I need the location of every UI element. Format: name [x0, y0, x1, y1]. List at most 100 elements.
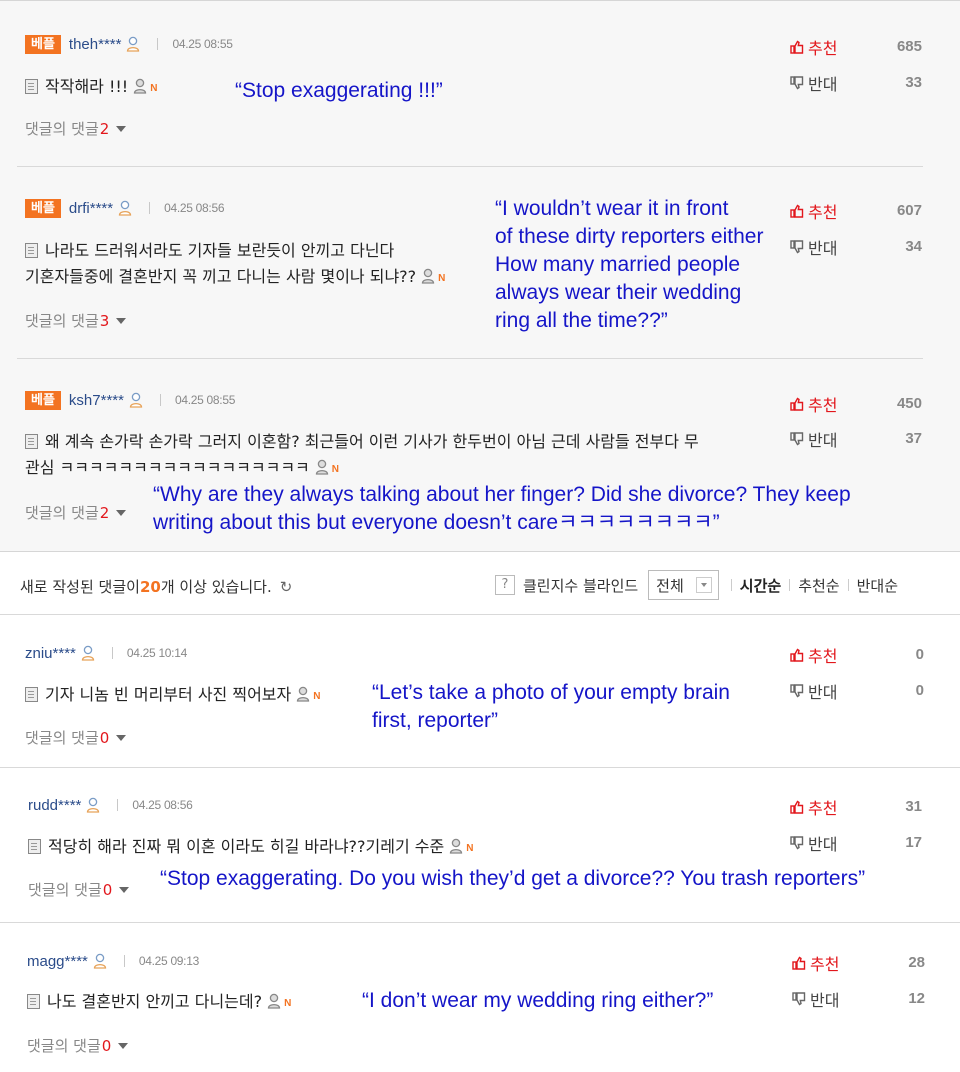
- n-icon[interactable]: N: [466, 836, 473, 862]
- oppose-button[interactable]: 반대: [790, 429, 837, 450]
- reply-toggle-button[interactable]: 댓글의 댓글 0: [25, 727, 127, 748]
- divider: [0, 922, 960, 923]
- oppose-label: 반대: [808, 835, 838, 854]
- separator: [111, 647, 113, 659]
- separator: [123, 955, 125, 967]
- filter-select[interactable]: 전체: [648, 570, 719, 600]
- user-profile-icon[interactable]: [129, 392, 143, 408]
- refresh-icon[interactable]: ↻: [280, 578, 293, 596]
- reply-count: 3: [99, 311, 110, 330]
- separator: [117, 799, 119, 811]
- oppose-count: 0: [915, 682, 924, 699]
- new-comments-notice[interactable]: 새로 작성된 댓글이 20 개 이상 있습니다. ↻: [20, 576, 292, 597]
- report-user-icon[interactable]: [315, 457, 329, 483]
- comment-text: 나라도 드러워서라도 기자들 보란듯이 안끼고 다닌다 기혼자들중에 결혼반지 …: [25, 238, 445, 292]
- chevron-down-icon: [116, 509, 127, 516]
- user-profile-icon[interactable]: [93, 953, 107, 969]
- oppose-button[interactable]: 반대: [790, 73, 838, 94]
- oppose-button[interactable]: 반대: [790, 833, 838, 854]
- chevron-down-icon: [695, 577, 712, 593]
- report-user-icon[interactable]: [267, 991, 281, 1017]
- translation-annotation: “Let’s take a photo of your empty brain …: [372, 679, 730, 735]
- oppose-label: 반대: [810, 991, 840, 1010]
- reply-count: 0: [101, 1036, 112, 1055]
- thumbs-down-icon: [790, 684, 804, 698]
- username-link[interactable]: magg****: [27, 953, 88, 970]
- recommend-button[interactable]: 추천: [790, 37, 837, 58]
- user-profile-icon[interactable]: [81, 645, 95, 661]
- reply-toggle-button[interactable]: 댓글의 댓글 0: [28, 879, 130, 900]
- recommend-count: 607: [896, 202, 922, 219]
- reply-toggle-button[interactable]: 댓글의 댓글 2: [25, 502, 127, 523]
- recommend-button[interactable]: 추천: [790, 645, 837, 666]
- translation-line: writing about this but everyone doesn’t …: [153, 511, 720, 534]
- translation-annotation: “I don’t wear my wedding ring either?”: [362, 987, 713, 1015]
- oppose-label: 반대: [808, 75, 838, 94]
- recommend-button[interactable]: 추천: [790, 394, 838, 415]
- user-profile-icon[interactable]: [86, 797, 100, 813]
- recommend-count: 0: [915, 646, 924, 663]
- translation-line: “I wouldn’t wear it in front: [495, 197, 729, 220]
- n-icon[interactable]: N: [284, 991, 291, 1017]
- n-icon[interactable]: N: [332, 457, 339, 483]
- oppose-button[interactable]: 반대: [792, 989, 840, 1010]
- translation-line: of these dirty reporters either: [495, 225, 764, 248]
- user-profile-icon[interactable]: [118, 200, 132, 216]
- reply-toggle-button[interactable]: 댓글의 댓글 3: [25, 310, 127, 331]
- notice-suffix: 개 이상 있습니다.: [160, 578, 272, 596]
- thumbs-up-icon: [790, 397, 804, 411]
- oppose-button[interactable]: 반대: [790, 237, 837, 258]
- n-icon[interactable]: N: [313, 684, 320, 710]
- report-user-icon[interactable]: [133, 76, 147, 102]
- comment-time: 04.25 08:55: [174, 393, 236, 407]
- recommend-button[interactable]: 추천: [790, 201, 837, 222]
- thumbs-down-icon: [790, 76, 804, 90]
- sort-time-link[interactable]: 시간순: [740, 575, 781, 596]
- comment-meta: zniu**** 04.25 10:14: [25, 643, 187, 663]
- username-link[interactable]: drfi****: [69, 200, 113, 217]
- chevron-down-icon: [116, 317, 127, 324]
- oppose-count: 34: [905, 238, 922, 255]
- username-link[interactable]: zniu****: [25, 645, 76, 662]
- user-profile-icon[interactable]: [126, 36, 140, 52]
- comment-text: 나도 결혼반지 안끼고 다니는데? N: [27, 989, 291, 1017]
- comment-text: 왜 계속 손가락 손가락 그러지 이혼함? 최근들어 이런 기사가 한두번이 아…: [25, 429, 699, 483]
- username-link[interactable]: theh****: [69, 36, 122, 53]
- reply-label: 댓글의 댓글: [28, 881, 102, 899]
- sort-recommend-link[interactable]: 추천순: [798, 575, 839, 596]
- comment-time: 04.25 10:14: [126, 646, 187, 660]
- sort-oppose-link[interactable]: 반대순: [857, 575, 898, 596]
- username-link[interactable]: rudd****: [28, 797, 81, 814]
- reply-toggle-button[interactable]: 댓글의 댓글 2: [25, 118, 127, 139]
- recommend-label: 추천: [810, 955, 840, 974]
- n-icon[interactable]: N: [150, 76, 157, 102]
- divider: [17, 358, 923, 359]
- comment-text-line: 기혼자들중에 결혼반지 꼭 끼고 다니는 사람 몇이나 되냐??: [25, 267, 417, 286]
- best-badge: 베플: [25, 198, 61, 218]
- help-icon[interactable]: ?: [495, 575, 515, 595]
- report-user-icon[interactable]: [296, 684, 310, 710]
- translation-line: How many married people: [495, 253, 741, 276]
- oppose-count: 33: [905, 74, 922, 91]
- reply-toggle-button[interactable]: 댓글의 댓글 0: [27, 1035, 129, 1056]
- thumbs-down-icon: [792, 992, 806, 1006]
- recommend-label: 추천: [808, 396, 838, 415]
- reply-count: 2: [99, 119, 110, 138]
- translation-line: first, reporter”: [372, 709, 499, 732]
- recommend-button[interactable]: 추천: [790, 797, 837, 818]
- report-user-icon[interactable]: [421, 266, 435, 292]
- recommend-button[interactable]: 추천: [792, 953, 840, 974]
- oppose-label: 반대: [808, 683, 838, 702]
- clean-blind-label[interactable]: 클린지수 블라인드: [523, 575, 638, 596]
- separator: [159, 394, 161, 406]
- n-icon[interactable]: N: [438, 266, 445, 292]
- oppose-button[interactable]: 반대: [790, 681, 838, 702]
- chevron-down-icon: [116, 125, 127, 132]
- translation-annotation: “Stop exaggerating. Do you wish they’d g…: [160, 865, 865, 893]
- report-user-icon[interactable]: [449, 836, 463, 862]
- divider: [0, 614, 960, 615]
- username-link[interactable]: ksh7****: [69, 392, 124, 409]
- comment-text-line: 나라도 드러워서라도 기자들 보란듯이 안끼고 다닌다: [45, 241, 395, 260]
- document-icon: [27, 994, 40, 1009]
- chevron-down-icon: [118, 1042, 129, 1049]
